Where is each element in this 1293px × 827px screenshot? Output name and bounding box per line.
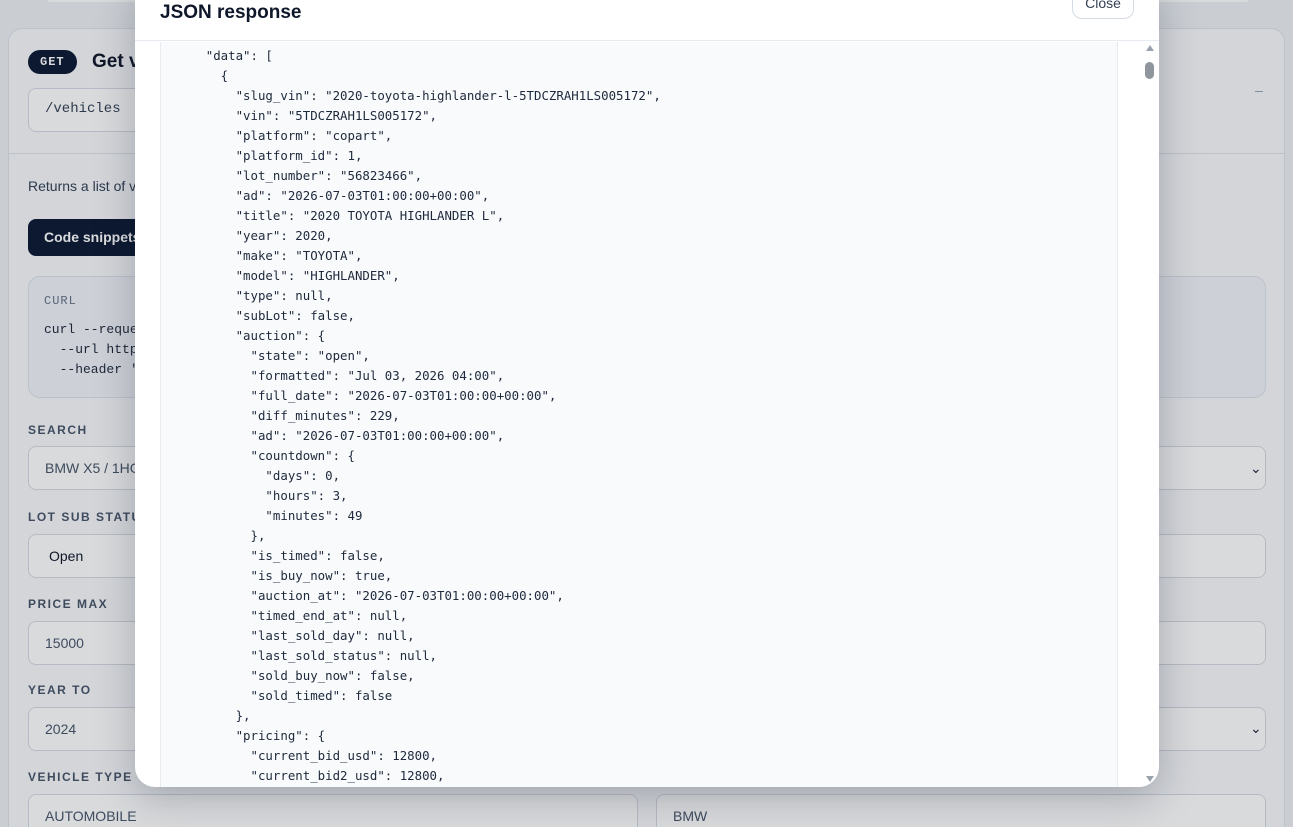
json-line: "type": null, bbox=[161, 288, 333, 303]
json-line: "make": "TOYOTA", bbox=[161, 248, 363, 263]
json-line: { bbox=[161, 68, 229, 83]
json-line: "auction": { bbox=[161, 328, 326, 343]
scroll-thumb[interactable] bbox=[1145, 62, 1154, 79]
json-line: }, bbox=[161, 708, 251, 723]
modal-header: JSON response Close bbox=[135, 0, 1159, 41]
json-response-modal: JSON response Close "data": [ { "slug_vi… bbox=[135, 0, 1159, 787]
json-line: "current_bid_usd": 12800, bbox=[161, 748, 438, 763]
json-line: "countdown": { bbox=[161, 448, 355, 463]
json-line: "data": [ bbox=[161, 48, 273, 63]
json-line: "year": 2020, bbox=[161, 228, 333, 243]
json-line: "title": "2020 TOYOTA HIGHLANDER L", bbox=[161, 208, 505, 223]
json-line: "platform_id": 1, bbox=[161, 148, 363, 163]
json-line: "subLot": false, bbox=[161, 308, 355, 323]
json-line: "sold_timed": false bbox=[161, 688, 393, 703]
json-line: "diff_minutes": 229, bbox=[161, 408, 400, 423]
json-line: "current_bid2_usd": 12800, bbox=[161, 768, 445, 783]
json-line: "state": "open", bbox=[161, 348, 370, 363]
json-line: "full_date": "2026-07-03T01:00:00+00:00"… bbox=[161, 388, 557, 403]
scrollbar[interactable] bbox=[1144, 42, 1156, 787]
json-line: "timed_end_at": null, bbox=[161, 608, 408, 623]
json-line: "formatted": "Jul 03, 2026 04:00", bbox=[161, 368, 505, 383]
json-line: "is_buy_now": true, bbox=[161, 568, 393, 583]
json-line: "last_sold_day": null, bbox=[161, 628, 415, 643]
json-line: "days": 0, bbox=[161, 468, 341, 483]
json-line: "model": "HIGHLANDER", bbox=[161, 268, 400, 283]
json-line: "minutes": 49 bbox=[161, 508, 363, 523]
json-line: "is_timed": false, bbox=[161, 548, 385, 563]
json-line: "hours": 3, bbox=[161, 488, 348, 503]
json-line: "auction_at": "2026-07-03T01:00:00+00:00… bbox=[161, 588, 564, 603]
json-code-block: "data": [ { "slug_vin": "2020-toyota-hig… bbox=[161, 46, 661, 786]
json-line: "pricing": { bbox=[161, 728, 326, 743]
json-line: "sold_buy_now": false, bbox=[161, 668, 415, 683]
json-line: "slug_vin": "2020-toyota-highlander-l-5T… bbox=[161, 88, 661, 103]
json-line: "ad": "2026-07-03T01:00:00+00:00", bbox=[161, 428, 505, 443]
json-line: }, bbox=[161, 528, 266, 543]
scroll-down-arrow-icon[interactable] bbox=[1146, 776, 1154, 782]
json-line: "ad": "2026-07-03T01:00:00+00:00", bbox=[161, 188, 490, 203]
json-line: "lot_number": "56823466", bbox=[161, 168, 423, 183]
json-line: "last_sold_status": null, bbox=[161, 648, 438, 663]
scroll-up-arrow-icon[interactable] bbox=[1146, 45, 1154, 51]
close-button[interactable]: Close bbox=[1072, 0, 1134, 19]
json-line: "platform": "copart", bbox=[161, 128, 393, 143]
modal-title: JSON response bbox=[160, 2, 302, 23]
json-response-body[interactable]: "data": [ { "slug_vin": "2020-toyota-hig… bbox=[160, 42, 1118, 787]
json-line: "vin": "5TDCZRAH1LS005172", bbox=[161, 108, 438, 123]
